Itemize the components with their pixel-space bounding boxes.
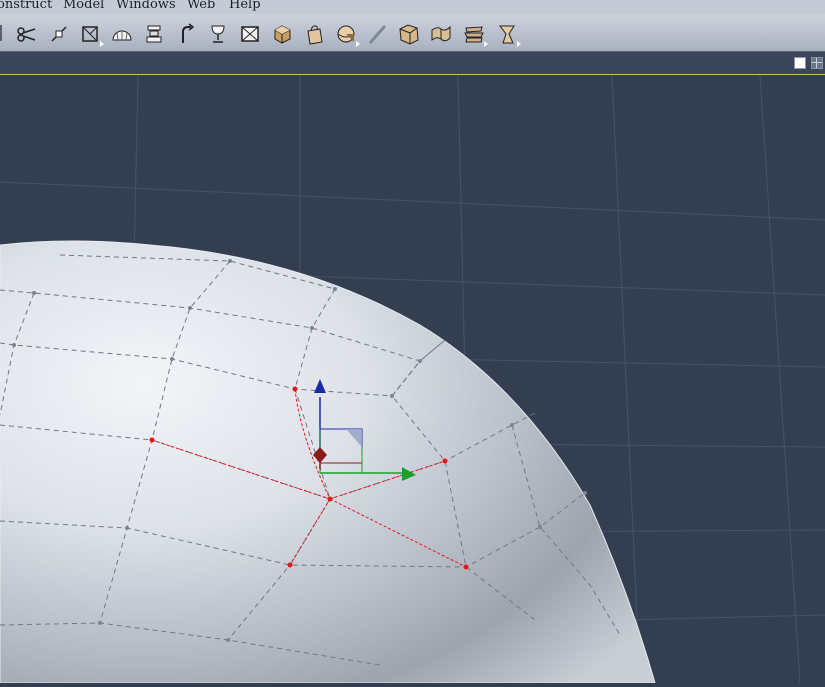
extrude-icon bbox=[146, 25, 162, 43]
menu-help[interactable]: Help bbox=[229, 0, 261, 12]
bag-icon bbox=[307, 25, 323, 45]
bend-arrow-icon bbox=[182, 23, 195, 43]
deform-flag-button[interactable] bbox=[430, 23, 452, 45]
dome-icon bbox=[112, 30, 132, 41]
cube-icon bbox=[274, 25, 291, 44]
cut-icon bbox=[17, 27, 36, 42]
knife-icon bbox=[368, 25, 387, 44]
deform-twist-button[interactable] bbox=[496, 23, 521, 47]
deform-box-button[interactable] bbox=[398, 23, 420, 45]
face-box-icon bbox=[241, 26, 259, 42]
viewport-header-bar bbox=[0, 52, 825, 75]
bend-tool-button[interactable] bbox=[175, 23, 197, 45]
viewport-canvas[interactable] bbox=[0, 74, 825, 684]
vertex-tool-icon bbox=[51, 26, 67, 42]
cut-tool-button[interactable] bbox=[16, 23, 38, 45]
deform-stack-button[interactable] bbox=[463, 23, 488, 47]
cube-tool-button[interactable] bbox=[271, 23, 293, 45]
menu-windows[interactable]: Windows bbox=[116, 0, 176, 12]
dome-tool-button[interactable] bbox=[111, 23, 133, 45]
deform-stack-icon bbox=[464, 26, 484, 43]
quad-view-icon[interactable] bbox=[811, 57, 823, 69]
bag-tool-button[interactable] bbox=[303, 23, 325, 45]
deform-box-icon bbox=[399, 24, 419, 45]
sphere-icon bbox=[337, 25, 355, 43]
vertex-tool-button[interactable] bbox=[48, 23, 70, 45]
sphere-mesh bbox=[0, 240, 656, 684]
bevel-tool-icon bbox=[82, 26, 98, 42]
lathe-goblet-icon bbox=[211, 25, 225, 43]
extrude-tool-button[interactable] bbox=[143, 23, 165, 45]
deform-twist-icon bbox=[499, 25, 515, 44]
submenu-arrow-icon bbox=[517, 41, 521, 47]
menu-web[interactable]: Web bbox=[187, 0, 215, 12]
menu-model[interactable]: Model bbox=[63, 0, 104, 12]
lathe-tool-button[interactable] bbox=[207, 23, 229, 45]
3d-viewport[interactable] bbox=[0, 74, 825, 684]
knife-tool-button[interactable] bbox=[367, 23, 389, 45]
menu-construct[interactable]: onstruct bbox=[0, 0, 52, 12]
face-tool-button[interactable] bbox=[239, 23, 261, 45]
deform-flag-icon bbox=[431, 25, 451, 42]
submenu-arrow-icon bbox=[100, 41, 104, 47]
single-view-icon[interactable] bbox=[794, 57, 806, 69]
submenu-arrow-icon bbox=[356, 41, 360, 47]
bevel-tool-button[interactable] bbox=[79, 23, 104, 47]
submenu-arrow-icon bbox=[484, 41, 488, 47]
toolbar bbox=[0, 14, 825, 52]
menu-bar: onstruct Model Windows Web Help bbox=[0, 0, 825, 15]
sphere-tool-button[interactable] bbox=[335, 23, 360, 47]
toolbar-handle bbox=[0, 25, 2, 41]
